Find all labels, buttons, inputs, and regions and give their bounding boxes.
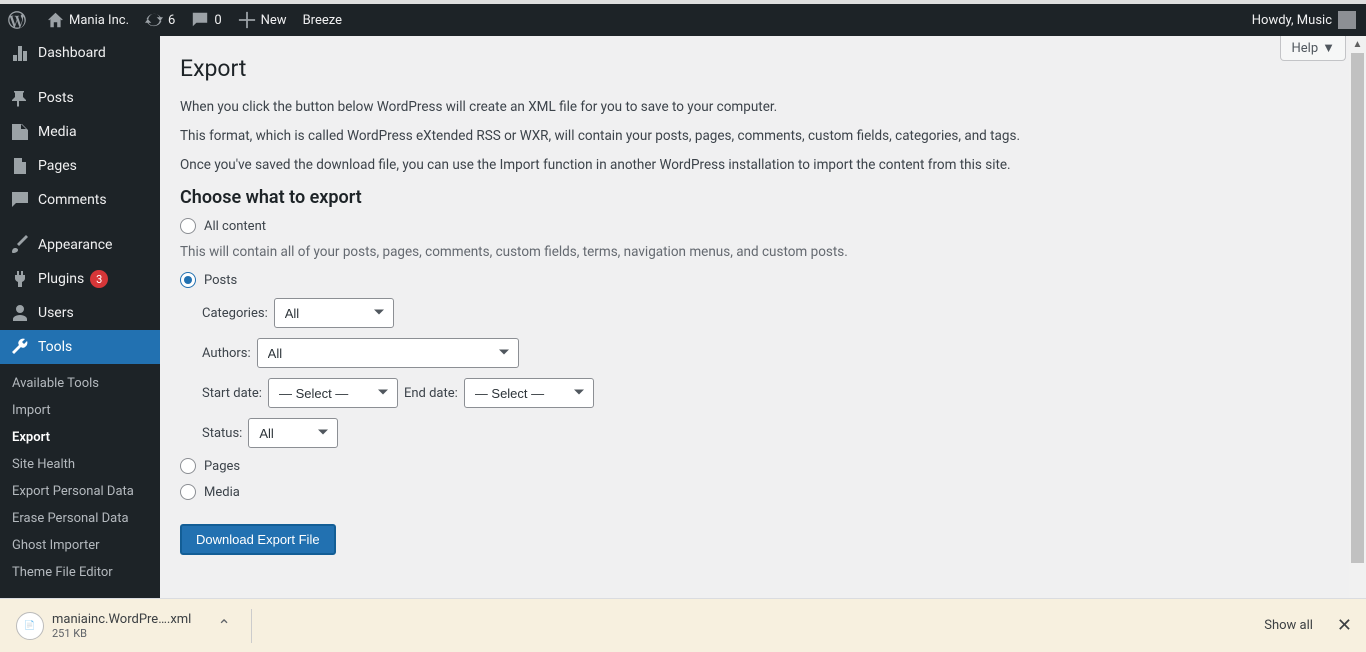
- sidebar-item-label: Appearance: [38, 237, 112, 253]
- radio-pages-label[interactable]: Pages: [204, 459, 240, 474]
- radio-media-label[interactable]: Media: [204, 485, 240, 500]
- submenu-item-export[interactable]: Export: [0, 424, 160, 451]
- close-icon[interactable]: ✕: [1331, 615, 1358, 636]
- sidebar-item-media[interactable]: Media: [0, 115, 160, 149]
- download-bar: 📄 maniainc.WordPre….xml 251 KB ⌃ Show al…: [0, 598, 1366, 652]
- radio-posts[interactable]: [180, 272, 196, 288]
- new-label: New: [261, 13, 287, 28]
- submenu-item-ghost-importer[interactable]: Ghost Importer: [0, 532, 160, 559]
- sidebar-item-label: Dashboard: [38, 45, 106, 61]
- start-date-select[interactable]: — Select —: [268, 378, 398, 408]
- submenu-item-site-health[interactable]: Site Health: [0, 451, 160, 478]
- user-icon: [10, 303, 30, 323]
- page-title: Export: [180, 46, 1346, 86]
- categories-label: Categories:: [202, 306, 268, 321]
- sidebar-item-pages[interactable]: Pages: [0, 149, 160, 183]
- status-select[interactable]: All: [248, 418, 338, 448]
- plus-icon: [238, 11, 256, 29]
- section-heading: Choose what to export: [180, 187, 1346, 208]
- plugin-icon: [10, 269, 30, 289]
- updates-link[interactable]: 6: [137, 4, 183, 36]
- submenu-item-available-tools[interactable]: Available Tools: [0, 370, 160, 397]
- pin-icon: [10, 88, 30, 108]
- sidebar-item-label: Posts: [38, 90, 74, 106]
- breeze-link[interactable]: Breeze: [295, 4, 350, 36]
- sidebar-item-label: Media: [38, 124, 77, 140]
- admin-bar: Mania Inc. 6 0 New Breeze Howdy, Music: [0, 4, 1366, 36]
- submenu-item-import[interactable]: Import: [0, 397, 160, 424]
- media-icon: [10, 122, 30, 142]
- download-filename: maniainc.WordPre….xml: [52, 612, 191, 627]
- sidebar-item-users[interactable]: Users: [0, 296, 160, 330]
- sidebar-item-label: Pages: [38, 158, 77, 174]
- posts-filters: Categories: All Authors: All Start date:…: [202, 298, 1346, 448]
- brush-icon: [10, 235, 30, 255]
- chevron-up-icon[interactable]: ⌃: [217, 616, 230, 635]
- admin-sidebar: Dashboard Posts Media Pages Comments Appearan…: [0, 36, 160, 652]
- sidebar-item-comments[interactable]: Comments: [0, 183, 160, 217]
- submenu-item-erase-personal-data[interactable]: Erase Personal Data: [0, 505, 160, 532]
- download-chip[interactable]: 📄 maniainc.WordPre….xml 251 KB ⌃: [8, 599, 239, 652]
- page-icon: [10, 156, 30, 176]
- radio-media[interactable]: [180, 484, 196, 500]
- submenu-item-theme-file-editor[interactable]: Theme File Editor: [0, 559, 160, 586]
- comments-count: 0: [214, 13, 221, 28]
- end-date-select[interactable]: — Select —: [464, 378, 594, 408]
- submenu-item-export-personal-data[interactable]: Export Personal Data: [0, 478, 160, 505]
- tool-icon: [10, 337, 30, 357]
- show-all-button[interactable]: Show all: [1264, 618, 1313, 633]
- status-label: Status:: [202, 426, 242, 441]
- scrollbar[interactable]: ▲ ▼: [1349, 36, 1366, 598]
- radio-pages[interactable]: [180, 458, 196, 474]
- content-area: Help ▼ Export When you click the button …: [160, 36, 1366, 598]
- scroll-up-icon[interactable]: ▲: [1349, 36, 1366, 53]
- intro-text: When you click the button below WordPres…: [180, 99, 1346, 173]
- scroll-thumb[interactable]: [1351, 53, 1364, 563]
- download-size: 251 KB: [52, 627, 191, 640]
- end-date-label: End date:: [404, 386, 458, 401]
- home-icon: [47, 12, 64, 29]
- wp-logo[interactable]: [0, 4, 39, 36]
- site-link[interactable]: Mania Inc.: [39, 4, 137, 36]
- help-tab[interactable]: Help ▼: [1280, 36, 1346, 61]
- radio-all-content[interactable]: [180, 218, 196, 234]
- comment-icon: [10, 190, 30, 210]
- dashboard-icon: [10, 43, 30, 63]
- download-export-button[interactable]: Download Export File: [180, 524, 336, 555]
- authors-select[interactable]: All: [257, 338, 519, 368]
- tools-submenu: Available ToolsImportExportSite HealthEx…: [0, 364, 160, 592]
- sidebar-item-tools[interactable]: Tools: [0, 330, 160, 364]
- chevron-down-icon: ▼: [1322, 40, 1335, 56]
- authors-label: Authors:: [202, 346, 251, 361]
- updates-count: 6: [168, 13, 175, 28]
- start-date-label: Start date:: [202, 386, 262, 401]
- categories-select[interactable]: All: [274, 298, 394, 328]
- updates-icon: [145, 11, 163, 29]
- sidebar-item-appearance[interactable]: Appearance: [0, 228, 160, 262]
- all-content-desc: This will contain all of your posts, pag…: [180, 244, 1346, 260]
- sidebar-item-plugins[interactable]: Plugins 3: [0, 262, 160, 296]
- sidebar-item-posts[interactable]: Posts: [0, 81, 160, 115]
- comments-link[interactable]: 0: [183, 4, 229, 36]
- sidebar-item-label: Tools: [38, 339, 72, 355]
- radio-all-content-label[interactable]: All content: [204, 219, 266, 234]
- sidebar-item-dashboard[interactable]: Dashboard: [0, 36, 160, 70]
- avatar: [1338, 11, 1356, 29]
- greeting-text: Howdy, Music: [1252, 13, 1332, 28]
- sidebar-item-label: Comments: [38, 192, 107, 208]
- wordpress-icon: [8, 11, 26, 29]
- radio-posts-label[interactable]: Posts: [204, 273, 237, 288]
- site-name: Mania Inc.: [69, 13, 129, 28]
- new-link[interactable]: New: [230, 4, 295, 36]
- sidebar-item-label: Users: [38, 305, 74, 321]
- account-menu[interactable]: Howdy, Music: [1252, 11, 1366, 29]
- comment-icon: [191, 11, 209, 29]
- sidebar-item-label: Plugins: [38, 271, 84, 287]
- badge: 3: [90, 270, 108, 288]
- file-icon: 📄: [16, 612, 44, 640]
